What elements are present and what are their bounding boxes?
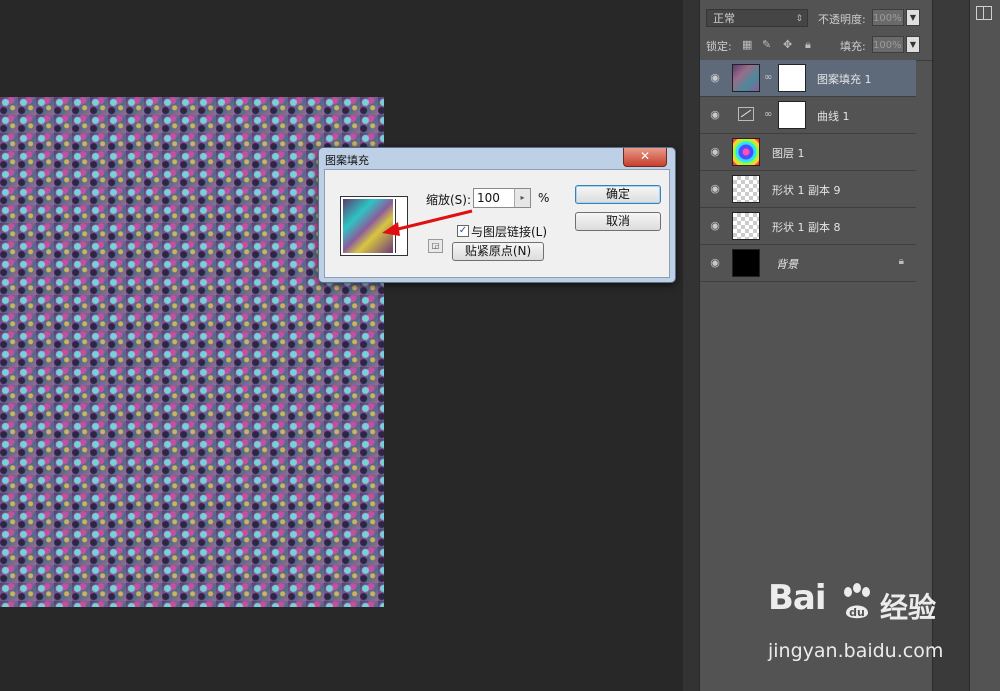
- layer-name[interactable]: 背景: [776, 256, 798, 272]
- chevron-updown-icon: ⇕: [795, 14, 803, 24]
- canvas-area[interactable]: [0, 0, 683, 691]
- fill-field[interactable]: 100%: [872, 36, 904, 53]
- close-icon[interactable]: ✕: [623, 148, 667, 167]
- link-with-layer-label[interactable]: 与图层链接(L): [471, 223, 547, 240]
- opacity-label: 不透明度:: [818, 13, 866, 26]
- lock-icon: 🔒︎: [898, 256, 904, 267]
- layer-name[interactable]: 曲线 1: [817, 108, 850, 124]
- eye-icon[interactable]: ◉: [708, 182, 722, 196]
- fill-label: 填充:: [840, 40, 866, 53]
- layer-name[interactable]: 图案填充 1: [817, 71, 872, 87]
- dialog-body: 缩放(S): 100 ▸ % ✓ 与图层链接(L) ◲ 贴紧原点(N) 确定 取…: [324, 169, 670, 278]
- opacity-dropdown-icon[interactable]: ▼: [906, 9, 920, 26]
- snap-origin-button[interactable]: 贴紧原点(N): [452, 242, 544, 261]
- pattern-fill-dialog: 图案填充 ✕ 缩放(S): 100 ▸ % ✓ 与图层链接(L) ◲ 贴紧原点(…: [318, 147, 676, 283]
- eye-icon[interactable]: ◉: [708, 145, 722, 159]
- layer-row-curves[interactable]: ◉ ∞ 曲线 1: [700, 97, 916, 134]
- arrange-icon[interactable]: [976, 6, 992, 20]
- layer-thumbnail: [732, 64, 760, 92]
- blend-mode-select[interactable]: 正常 ⇕: [706, 9, 808, 27]
- annotation-arrow: [382, 209, 473, 236]
- link-chain-icon[interactable]: ∞: [764, 109, 772, 120]
- layer-thumbnail: [732, 175, 760, 203]
- watermark-jingyan-text: 经验: [880, 591, 937, 624]
- scale-unit: %: [538, 191, 550, 205]
- transparency-lock-icon[interactable]: ▦: [742, 38, 752, 51]
- watermark-logo-text: Bai: [768, 578, 827, 618]
- layer-name[interactable]: 形状 1 副本 8: [772, 219, 841, 235]
- brush-icon[interactable]: ✎: [762, 38, 771, 51]
- paw-icon: du: [844, 583, 870, 619]
- scale-label: 缩放(S):: [426, 193, 472, 207]
- stepper-arrow-icon[interactable]: ▸: [514, 189, 530, 207]
- move-icon[interactable]: ✥: [783, 38, 792, 51]
- annotation-arrow-line: [393, 209, 473, 232]
- layer-mask-thumbnail[interactable]: [778, 64, 806, 92]
- layer-row-layer1[interactable]: ◉ 图层 1: [700, 134, 916, 171]
- layer-thumbnail: [732, 138, 760, 166]
- lock-icon[interactable]: 🔒︎: [805, 38, 811, 52]
- curves-adjustment-icon: [738, 107, 754, 121]
- layer-row-pattern-fill[interactable]: ◉ ∞ 图案填充 1: [700, 60, 916, 97]
- eye-icon[interactable]: ◉: [708, 108, 722, 122]
- eye-icon[interactable]: ◉: [708, 71, 722, 85]
- watermark-url: jingyan.baidu.com: [768, 640, 944, 662]
- lock-label: 锁定:: [706, 40, 732, 53]
- layer-thumbnail: [732, 212, 760, 240]
- layer-row-shape-copy8[interactable]: ◉ 形状 1 副本 8: [700, 208, 916, 245]
- annotation-arrow-head: [382, 222, 400, 236]
- layer-mask-thumbnail[interactable]: [778, 101, 806, 129]
- new-preset-icon[interactable]: ◲: [428, 239, 443, 253]
- baidu-jingyan-watermark: Bai du 经验 jingyan.baidu.com: [768, 578, 988, 678]
- layer-name[interactable]: 形状 1 副本 9: [772, 182, 841, 198]
- blend-mode-value: 正常: [713, 12, 735, 25]
- eye-icon[interactable]: ◉: [708, 219, 722, 233]
- opacity-field[interactable]: 100%: [872, 9, 904, 26]
- layer-row-shape-copy9[interactable]: ◉ 形状 1 副本 9: [700, 171, 916, 208]
- layer-thumbnail: [732, 249, 760, 277]
- cancel-button[interactable]: 取消: [575, 212, 661, 231]
- fill-dropdown-icon[interactable]: ▼: [906, 36, 920, 53]
- dialog-title: 图案填充: [325, 154, 369, 167]
- eye-icon[interactable]: ◉: [708, 256, 722, 270]
- link-chain-icon[interactable]: ∞: [764, 72, 772, 83]
- canvas-scrollbar[interactable]: [683, 0, 699, 691]
- layer-name[interactable]: 图层 1: [772, 145, 805, 161]
- svg-text:du: du: [849, 606, 865, 619]
- layer-row-background[interactable]: ◉ 背景 🔒︎: [700, 245, 916, 282]
- ok-button[interactable]: 确定: [575, 185, 661, 204]
